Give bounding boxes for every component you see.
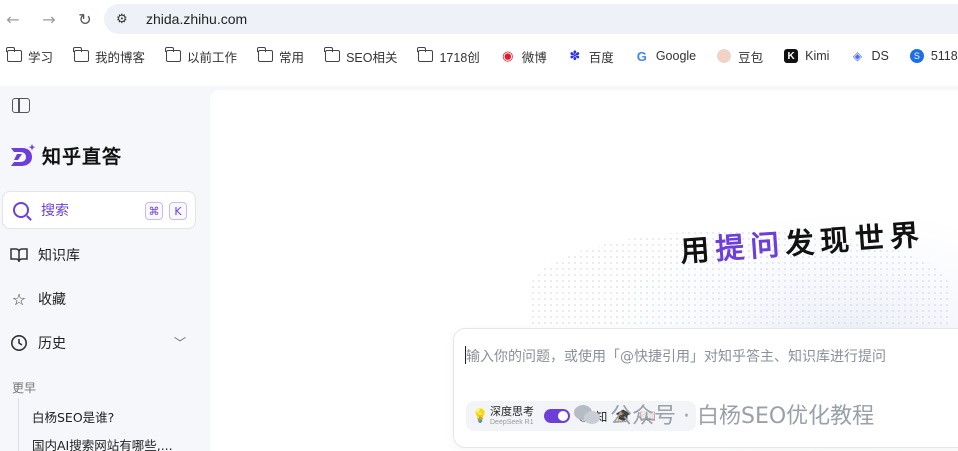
folder-icon [323, 47, 340, 63]
sidebar-item-label: 收藏 [38, 292, 66, 308]
wechat-icon [574, 403, 602, 425]
folder-icon [256, 47, 273, 63]
chevron-down-icon[interactable]: ﹀ [174, 334, 186, 351]
slogan-prefix: 用 [679, 232, 717, 269]
sidebar-item-search[interactable]: 搜索 ⌘ K [2, 191, 196, 229]
google-icon: G [636, 48, 647, 64]
bookmark-link[interactable]: ✽ 百度 [567, 47, 614, 66]
deep-think-title: 深度思考 [490, 405, 534, 418]
kimi-icon: K [783, 49, 799, 63]
bookmark-label: DS [871, 49, 889, 63]
lightbulb-icon: 💡 [472, 408, 489, 424]
bookmark-label: 5118 [930, 49, 958, 63]
bookmark-link[interactable]: 豆包 [716, 47, 763, 66]
shortcut-k-badge: K [169, 202, 187, 220]
sidebar-item-history[interactable]: 历史 [10, 331, 66, 355]
bookmark-link[interactable]: ◉ 微博 [500, 47, 547, 66]
slogan-suffix: 发现世界 [784, 217, 927, 262]
bookmark-link[interactable]: G Google [634, 48, 697, 64]
history-section-label: 更早 [12, 381, 37, 395]
main-panel: 用提问发现世界 输入你的问题，或使用「@快捷引用」对知乎答主、知识库进行提问 💡… [210, 90, 958, 451]
book-icon [10, 246, 28, 264]
sidebar-item-label: 知识库 [38, 248, 80, 264]
sidebar-item-label: 历史 [38, 336, 66, 352]
bookmark-folder[interactable]: 我的博客 [72, 47, 146, 66]
sidebar: 知乎直答 搜索 ⌘ K 知识库 ☆ 收藏 历史 ﹀ 更早 白杨SEO是谁? 国内… [0, 86, 208, 451]
back-arrow-icon[interactable]: ← [2, 8, 24, 30]
sidebar-item-knowledge-base[interactable]: 知识库 [10, 243, 80, 267]
bookmark-label: SEO相关 [346, 50, 398, 65]
deep-think-toggle[interactable] [544, 409, 570, 423]
url-text[interactable]: zhida.zhihu.com [146, 11, 247, 27]
search-label: 搜索 [41, 203, 69, 219]
zhida-logo-icon [11, 143, 36, 166]
bookmark-label: 学习 [28, 50, 54, 65]
logo-text: 知乎直答 [42, 146, 123, 168]
folder-icon [417, 47, 433, 63]
site-settings-icon[interactable]: ⚙ [116, 12, 140, 27]
doubao-icon [716, 49, 732, 63]
bookmark-folder[interactable]: 常用 [256, 47, 305, 66]
folder-icon [164, 47, 181, 63]
deep-think-label: 深度思考 DeepSeek R1 [490, 406, 534, 426]
folder-icon [5, 47, 22, 63]
bookmark-label: 百度 [588, 50, 614, 65]
reload-icon[interactable]: ↻ [74, 8, 96, 30]
forward-arrow-icon[interactable]: → [38, 8, 60, 30]
clock-icon [10, 334, 28, 352]
bookmark-label: Kimi [805, 49, 830, 63]
bookmark-folder[interactable]: 学习 [5, 47, 54, 66]
bookmark-link[interactable]: K Kimi [783, 49, 829, 63]
question-input-card[interactable]: 输入你的问题，或使用「@快捷引用」对知乎答主、知识库进行提问 💡 深度思考 De… [453, 328, 958, 448]
history-item[interactable]: 国内AI搜索网站有哪些,... [32, 435, 202, 451]
history-divider [18, 398, 19, 451]
watermark-text: 公众号 · 白杨SEO优化教程 [610, 404, 875, 429]
question-input[interactable]: 输入你的问题，或使用「@快捷引用」对知乎答主、知识库进行提问 [466, 346, 886, 366]
history-item[interactable]: 白杨SEO是谁? [32, 407, 202, 426]
bookmark-folder[interactable]: SEO相关 [323, 47, 398, 66]
bookmark-label: 以前工作 [187, 50, 238, 65]
bookmark-label: 微博 [521, 50, 547, 65]
folder-icon [72, 47, 89, 63]
bookmark-folder[interactable]: 1718创 [417, 47, 480, 66]
bookmark-label: Google [655, 49, 697, 63]
address-bar[interactable]: ⚙ zhida.zhihu.com [104, 4, 958, 34]
star-icon: ☆ [11, 289, 27, 309]
deepseek-icon: ◈ [852, 49, 863, 63]
shortcut-cmd-badge: ⌘ [145, 202, 163, 220]
bookmark-link[interactable]: S 5118 [909, 49, 958, 63]
bookmark-label: 豆包 [738, 50, 764, 65]
bookmark-folder[interactable]: 以前工作 [164, 47, 238, 66]
browser-toolbar: ← → ↻ ⚙ zhida.zhihu.com [0, 0, 958, 38]
bookmark-label: 1718创 [439, 50, 480, 65]
bookmarks-bar: 学习 我的博客 以前工作 常用 SEO相关 1718创 ◉ 微博 ✽ 百度 G Goo… [0, 40, 958, 72]
baidu-icon: ✽ [569, 48, 581, 63]
slogan-highlight: 提问 [714, 227, 787, 267]
weibo-icon: ◉ [502, 48, 514, 63]
sidebar-item-favorites[interactable]: ☆ 收藏 [10, 287, 66, 311]
5118-icon: S [909, 49, 925, 63]
bookmark-link[interactable]: ◈ DS [849, 49, 889, 63]
app-container: 知乎直答 搜索 ⌘ K 知识库 ☆ 收藏 历史 ﹀ 更早 白杨SEO是谁? 国内… [0, 86, 958, 451]
deep-think-model: DeepSeek R1 [490, 419, 534, 426]
search-icon [13, 202, 29, 218]
watermark: 公众号 · 白杨SEO优化教程 [574, 398, 874, 430]
bookmark-label: 常用 [279, 50, 305, 65]
bookmark-label: 我的博客 [95, 50, 146, 65]
sidebar-collapse-icon[interactable] [12, 98, 30, 113]
app-logo[interactable]: 知乎直答 [8, 142, 122, 169]
